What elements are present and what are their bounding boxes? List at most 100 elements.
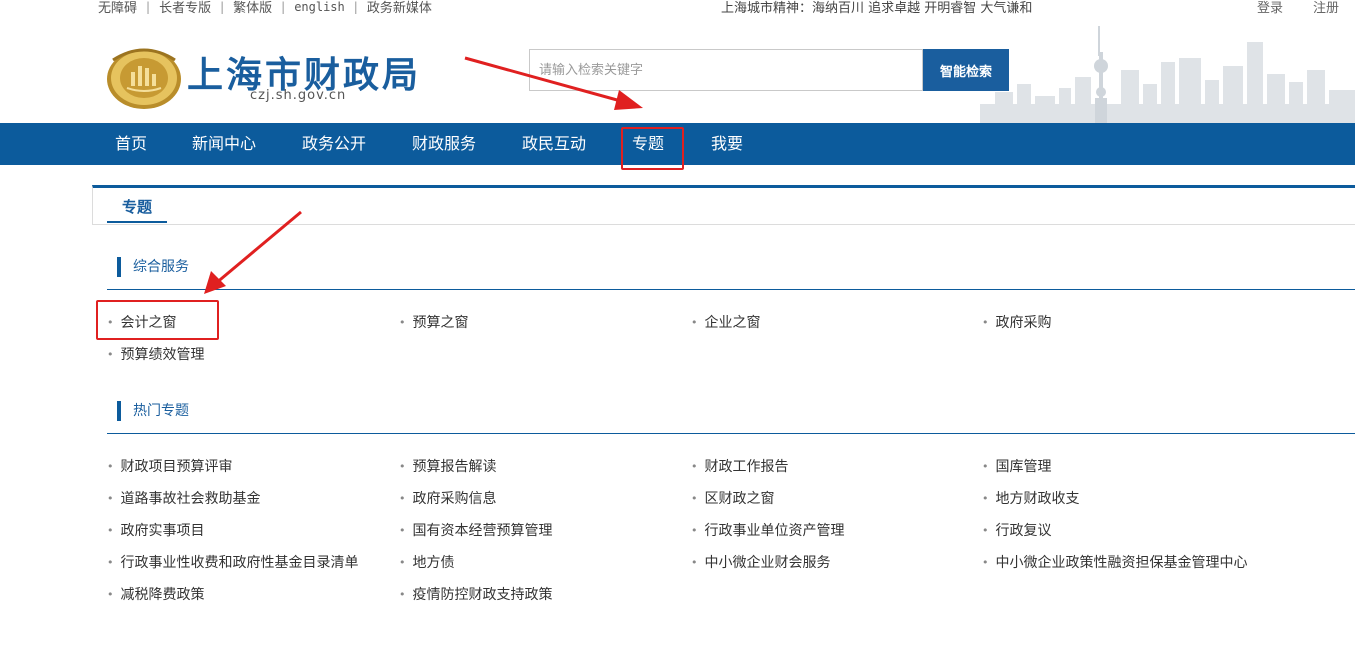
new-media-link[interactable]: 政务新媒体 [367, 0, 432, 16]
accessibility-link[interactable]: 无障碍 [98, 0, 137, 16]
list-item-label: 减税降费政策 [120, 587, 205, 603]
list-item[interactable]: • 行政事业性收费和政府性基金目录清单 [107, 552, 359, 572]
bullet-icon: • [107, 492, 114, 505]
highlight-box-topics-nav [621, 127, 684, 170]
list-item[interactable]: • 财政工作报告 [691, 456, 789, 476]
bullet-icon: • [691, 556, 698, 569]
login-link[interactable]: 登录 [1257, 0, 1283, 16]
group-divider [107, 433, 1355, 434]
bullet-icon: • [691, 524, 698, 537]
bullet-icon: • [982, 460, 989, 473]
nav-gov-affairs[interactable]: 政务公开 [302, 123, 366, 165]
list-item-label: 国库管理 [995, 459, 1052, 475]
list-item-label: 道路事故社会救助基金 [120, 491, 261, 507]
list-item[interactable]: • 国库管理 [982, 456, 1052, 476]
list-item-label: 财政项目预算评审 [120, 459, 233, 475]
divider: | [146, 0, 151, 14]
bullet-icon: • [399, 492, 406, 505]
bullet-icon: • [691, 460, 698, 473]
bullet-icon: • [399, 588, 406, 601]
nav-home[interactable]: 首页 [115, 123, 147, 165]
city-spirit-slogan: 上海城市精神：海纳百川 追求卓越 开明睿智 大气谦和 [721, 1, 1033, 16]
skyline-illustration [980, 26, 1355, 123]
bullet-icon: • [982, 524, 989, 537]
list-item-label: 中小微企业财会服务 [704, 555, 831, 571]
list-item-label: 预算之窗 [412, 315, 469, 331]
utility-links: 无障碍 | 长者专版 | 繁体版 | english | 政务新媒体 [98, 0, 432, 16]
list-item[interactable]: • 行政复议 [982, 520, 1052, 540]
list-item-label: 行政复议 [995, 523, 1052, 539]
divider: | [353, 0, 358, 14]
list-item-label: 政府实事项目 [120, 523, 205, 539]
bullet-icon: • [982, 316, 989, 329]
site-header: 上海市财政局 czj.sh.gov.cn 智能检索 [0, 22, 1355, 123]
highlight-box-accounting-window [96, 300, 219, 340]
bullet-icon: • [399, 556, 406, 569]
bullet-icon: • [691, 492, 698, 505]
list-item[interactable]: • 中小微企业财会服务 [691, 552, 831, 572]
list-item-label: 国有资本经营预算管理 [412, 523, 553, 539]
bullet-icon: • [107, 588, 114, 601]
list-item-label: 财政工作报告 [704, 459, 789, 475]
list-item[interactable]: • 政府实事项目 [107, 520, 205, 540]
english-link[interactable]: english [294, 0, 345, 14]
list-item[interactable]: • 政府采购信息 [399, 488, 497, 508]
list-item[interactable]: • 道路事故社会救助基金 [107, 488, 261, 508]
list-item[interactable]: • 减税降费政策 [107, 584, 205, 604]
divider: | [281, 0, 286, 14]
section-header: 专题 [92, 185, 1355, 225]
site-domain: czj.sh.gov.cn [250, 88, 347, 103]
list-item[interactable]: • 预算之窗 [399, 312, 469, 332]
bullet-icon: • [691, 316, 698, 329]
search-input[interactable] [529, 49, 923, 91]
bullet-icon: • [107, 524, 114, 537]
group-title-general-services: 综合服务 [117, 257, 189, 277]
list-item-label: 行政事业性收费和政府性基金目录清单 [120, 555, 359, 571]
list-item-label: 区财政之窗 [704, 491, 775, 507]
group-divider [107, 289, 1355, 290]
nav-news[interactable]: 新闻中心 [192, 123, 256, 165]
list-item[interactable]: • 行政事业单位资产管理 [691, 520, 845, 540]
top-utility-bar: 无障碍 | 长者专版 | 繁体版 | english | 政务新媒体 上海城市精… [0, 0, 1355, 20]
nav-i-want[interactable]: 我要 [711, 123, 743, 165]
list-item[interactable]: • 地方财政收支 [982, 488, 1080, 508]
traditional-chinese-link[interactable]: 繁体版 [233, 0, 272, 16]
bullet-icon: • [399, 460, 406, 473]
register-link[interactable]: 注册 [1313, 0, 1339, 16]
tab-topics[interactable]: 专题 [107, 194, 168, 223]
list-item[interactable]: • 区财政之窗 [691, 488, 775, 508]
group-title-hot-topics: 热门专题 [117, 401, 189, 421]
list-item[interactable]: • 地方债 [399, 552, 455, 572]
bullet-icon: • [399, 316, 406, 329]
bullet-icon: • [107, 460, 114, 473]
list-item-label: 行政事业单位资产管理 [704, 523, 845, 539]
list-item[interactable]: • 疫情防控财政支持政策 [399, 584, 553, 604]
bullet-icon: • [982, 556, 989, 569]
list-item[interactable]: • 政府采购 [982, 312, 1052, 332]
nav-interaction[interactable]: 政民互动 [522, 123, 586, 165]
list-item[interactable]: • 国有资本经营预算管理 [399, 520, 553, 540]
list-item-label: 疫情防控财政支持政策 [412, 587, 553, 603]
bullet-icon: • [107, 348, 114, 361]
bullet-icon: • [399, 524, 406, 537]
list-item[interactable]: • 企业之窗 [691, 312, 761, 332]
list-item[interactable]: • 预算绩效管理 [107, 344, 205, 364]
bullet-icon: • [982, 492, 989, 505]
list-item-label: 企业之窗 [704, 315, 761, 331]
list-item[interactable]: • 预算报告解读 [399, 456, 497, 476]
nav-finance-services[interactable]: 财政服务 [412, 123, 476, 165]
elderly-version-link[interactable]: 长者专版 [159, 0, 211, 16]
list-item-label: 地方财政收支 [995, 491, 1080, 507]
divider: | [220, 0, 225, 14]
bullet-icon: • [107, 556, 114, 569]
list-item-label: 预算报告解读 [412, 459, 497, 475]
list-item-label: 地方债 [412, 555, 455, 571]
list-item-label: 政府采购信息 [412, 491, 497, 507]
auth-links: 登录 注册 [1257, 0, 1339, 16]
list-item[interactable]: • 财政项目预算评审 [107, 456, 233, 476]
list-item-label: 预算绩效管理 [120, 347, 205, 363]
emblem-icon[interactable] [105, 42, 183, 110]
list-item-label: 政府采购 [995, 315, 1052, 331]
list-item-label: 中小微企业政策性融资担保基金管理中心 [995, 555, 1248, 571]
list-item[interactable]: • 中小微企业政策性融资担保基金管理中心 [982, 552, 1248, 572]
